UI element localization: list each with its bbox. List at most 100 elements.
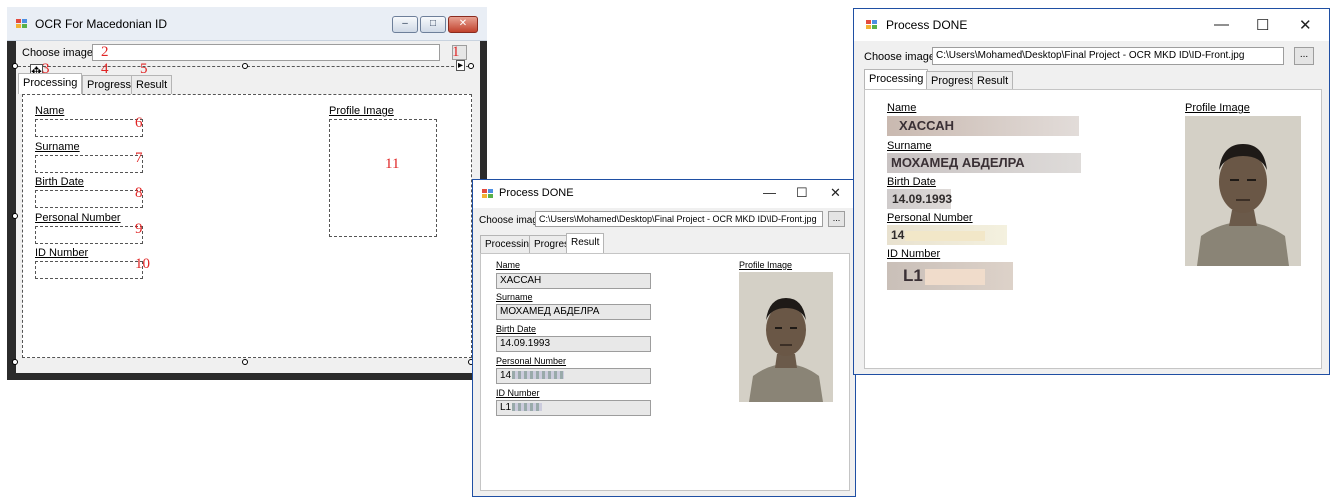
marker-7: 7 bbox=[135, 150, 143, 166]
app-icon bbox=[866, 20, 878, 30]
surname-label: Surname bbox=[887, 140, 932, 152]
maximize-button[interactable]: ☐ bbox=[1256, 16, 1269, 34]
name-label: Name bbox=[496, 260, 521, 270]
profile-photo bbox=[739, 272, 833, 402]
surname-crop: МОХАМЕД АБДЕЛРА bbox=[887, 153, 1081, 173]
choose-image-label: Choose image bbox=[864, 51, 935, 63]
tab-processing[interactable]: Processing bbox=[18, 73, 83, 94]
profile-image-label: Profile Image bbox=[329, 105, 394, 117]
personal-number-text: 14 bbox=[500, 370, 512, 381]
image-path-input[interactable]: C:\Users\Mohamed\Desktop\Final Project -… bbox=[535, 211, 823, 227]
personal-number-box bbox=[35, 226, 143, 244]
marker-3: 3 bbox=[42, 61, 50, 77]
birth-date-value: 14.09.1993 bbox=[496, 336, 651, 352]
maximize-button[interactable]: □ bbox=[420, 16, 446, 33]
surname-value: МОХАМЕД АБДЕЛРА bbox=[496, 304, 651, 320]
blurred-redaction bbox=[905, 230, 986, 241]
minimize-button[interactable]: — bbox=[763, 185, 776, 200]
blurred-redaction bbox=[512, 403, 543, 412]
id-number-label: ID Number bbox=[496, 388, 540, 398]
close-button[interactable]: ✕ bbox=[1299, 16, 1312, 34]
tab-result[interactable]: Result bbox=[131, 75, 173, 94]
surname-label: Surname bbox=[35, 141, 80, 153]
blurred-redaction bbox=[512, 371, 565, 380]
processing-tab-page: Name Surname Birth Date Personal Number … bbox=[22, 94, 472, 358]
personal-number-value: 14 bbox=[496, 368, 651, 384]
profile-image-label: Profile Image bbox=[1185, 102, 1250, 114]
processing-title: Process DONE bbox=[886, 18, 968, 32]
result-title-bar: Process DONE — ☐ ✕ bbox=[473, 180, 855, 208]
profile-photo-graphic bbox=[739, 272, 833, 402]
resize-handle[interactable] bbox=[242, 63, 248, 69]
name-crop: ХАССАН bbox=[887, 116, 1079, 136]
blurred-redaction bbox=[924, 268, 985, 285]
result-window: Process DONE — ☐ ✕ Choose image C:\Users… bbox=[472, 179, 856, 497]
designer-title-bar: OCR For Macedonian ID – □ ✕ bbox=[7, 7, 487, 41]
name-label: Name bbox=[887, 102, 917, 114]
processing-title-bar: Process DONE — ☐ ✕ bbox=[854, 9, 1329, 41]
close-button[interactable]: ✕ bbox=[830, 185, 841, 201]
birth-date-crop: 14.09.1993 bbox=[887, 189, 952, 209]
choose-image-label: Choose image bbox=[22, 47, 93, 59]
name-label: Name bbox=[35, 105, 65, 117]
processing-window: Process DONE — ☐ ✕ Choose image C:\Users… bbox=[853, 8, 1330, 375]
id-number-box bbox=[35, 261, 143, 279]
tab-processing[interactable]: Processing bbox=[864, 69, 929, 90]
resize-handle[interactable] bbox=[468, 63, 474, 69]
tab-result[interactable]: Result bbox=[566, 233, 605, 254]
tab-progress[interactable]: Progress bbox=[82, 75, 137, 94]
profile-image-label: Profile Image bbox=[739, 260, 793, 270]
minimize-button[interactable]: – bbox=[392, 16, 418, 33]
maximize-button[interactable]: ☐ bbox=[796, 185, 808, 201]
personal-number-crop: 14 bbox=[887, 225, 1007, 245]
profile-photo-graphic bbox=[1185, 116, 1301, 266]
processing-tab-page: Name ХАССАН Surname МОХАМЕД АБДЕЛРА Birt… bbox=[864, 89, 1322, 369]
birth-date-label: Birth Date bbox=[887, 176, 936, 188]
designer-client-area: Choose image ▸ ✥ Processing Progress Res… bbox=[12, 41, 480, 373]
birth-date-label: Birth Date bbox=[35, 176, 84, 188]
designer-window: OCR For Macedonian ID – □ ✕ Choose image… bbox=[7, 7, 487, 380]
browse-button[interactable]: ... bbox=[1294, 47, 1314, 65]
image-path-input[interactable]: C:\Users\Mohamed\Desktop\Final Project -… bbox=[932, 47, 1284, 65]
profile-photo bbox=[1185, 116, 1301, 266]
resize-handle[interactable] bbox=[12, 63, 18, 69]
marker-8: 8 bbox=[135, 185, 143, 201]
personal-number-label: Personal Number bbox=[887, 212, 973, 224]
minimize-button[interactable]: — bbox=[1214, 16, 1229, 33]
personal-number-label: Personal Number bbox=[35, 212, 121, 224]
id-number-value: L1 bbox=[496, 400, 651, 416]
birth-date-box bbox=[35, 190, 143, 208]
tab-result[interactable]: Result bbox=[972, 71, 1014, 90]
birth-date-label: Birth Date bbox=[496, 324, 537, 334]
marker-10: 10 bbox=[135, 256, 150, 272]
image-path-input[interactable] bbox=[92, 44, 440, 61]
resize-handle[interactable] bbox=[12, 213, 18, 219]
id-number-text: L1 bbox=[500, 402, 512, 413]
resize-handle[interactable] bbox=[242, 359, 248, 365]
designer-title: OCR For Macedonian ID bbox=[35, 17, 168, 31]
id-number-label: ID Number bbox=[887, 248, 941, 260]
app-icon bbox=[482, 189, 494, 199]
personal-number-label: Personal Number bbox=[496, 356, 567, 366]
browse-button[interactable]: ... bbox=[828, 211, 845, 227]
marker-4: 4 bbox=[101, 61, 109, 77]
close-button[interactable]: ✕ bbox=[448, 16, 478, 33]
app-icon bbox=[16, 19, 28, 29]
choose-image-label: Choose image bbox=[479, 215, 544, 226]
marker-6: 6 bbox=[135, 115, 143, 131]
result-tab-page: Name ХАССАН Surname МОХАМЕД АБДЕЛРА Birt… bbox=[480, 253, 850, 491]
profile-image-box bbox=[329, 119, 437, 237]
surname-box bbox=[35, 155, 143, 173]
smart-tag-icon[interactable]: ▸ bbox=[456, 60, 466, 71]
marker-5: 5 bbox=[140, 61, 148, 77]
id-number-label: ID Number bbox=[35, 247, 89, 259]
marker-11: 11 bbox=[385, 156, 400, 172]
id-number-text: L1 bbox=[903, 266, 923, 285]
surname-label: Surname bbox=[496, 292, 533, 302]
marker-1: 1 bbox=[452, 44, 460, 60]
name-value: ХАССАН bbox=[496, 273, 651, 289]
personal-number-text: 14 bbox=[891, 228, 905, 242]
marker-2: 2 bbox=[101, 44, 109, 60]
resize-handle[interactable] bbox=[12, 359, 18, 365]
name-box bbox=[35, 119, 143, 137]
